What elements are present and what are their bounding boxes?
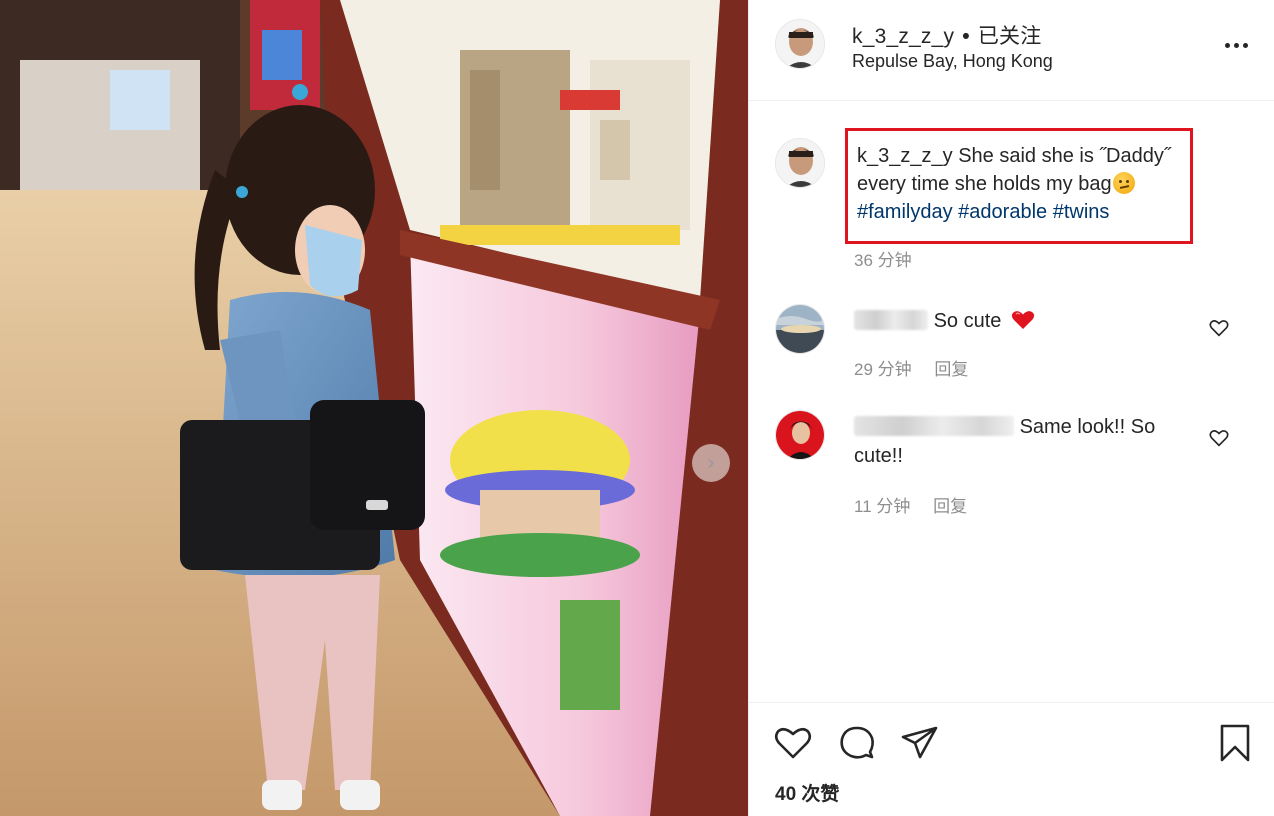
caption-highlight-box: k_3_z_z_y She said she is ˝Daddy˝ every … bbox=[845, 128, 1193, 244]
more-dot bbox=[1234, 42, 1239, 48]
separator-dot: • bbox=[962, 25, 970, 48]
reply-button[interactable]: 回复 bbox=[933, 497, 967, 516]
comment-like-heart-icon[interactable] bbox=[1209, 429, 1229, 447]
caption-hashtags: #familyday #adorable #twins bbox=[857, 201, 1109, 223]
hashtag-link[interactable]: #twins bbox=[1053, 201, 1110, 223]
chevron-right-icon: › bbox=[706, 450, 716, 476]
blurred-username[interactable] bbox=[854, 416, 1014, 436]
photo-scene bbox=[0, 0, 748, 816]
post-actions: 40 次赞 bbox=[749, 702, 1274, 816]
caption-timestamp: 36 分钟 bbox=[854, 251, 912, 270]
author-line: k_3_z_z_y • 已关注 bbox=[852, 20, 1041, 50]
more-dot bbox=[1243, 42, 1248, 48]
more-options-button[interactable] bbox=[1225, 38, 1253, 52]
comment-timestamp: 11 分钟 bbox=[854, 497, 911, 516]
comment-meta: 11 分钟 回复 bbox=[854, 492, 967, 517]
comment-icon[interactable] bbox=[837, 723, 877, 763]
post-side-panel: k_3_z_z_y • 已关注 Repulse Bay, Hong Kong k… bbox=[748, 0, 1274, 816]
commenter-avatar[interactable] bbox=[775, 410, 825, 460]
comment-timestamp: 29 分钟 bbox=[854, 360, 912, 379]
heart-icon[interactable] bbox=[773, 723, 813, 763]
sea-sunset-avatar-icon bbox=[776, 305, 824, 353]
reply-button[interactable]: 回复 bbox=[934, 360, 968, 379]
follow-status-button[interactable]: 已关注 bbox=[978, 25, 1042, 48]
caption-username[interactable]: k_3_z_z_y bbox=[857, 145, 953, 167]
next-photo-button[interactable]: › bbox=[692, 444, 730, 482]
blurred-username[interactable] bbox=[854, 310, 928, 330]
user-avatar-icon bbox=[776, 20, 824, 68]
hashtag-link[interactable]: #familyday bbox=[857, 201, 953, 223]
comment-body: So cute bbox=[854, 307, 1174, 336]
post-caption: k_3_z_z_y She said she is ˝Daddy˝ every … bbox=[857, 142, 1187, 226]
comment-text: So cute bbox=[933, 310, 1002, 332]
author-avatar[interactable] bbox=[775, 19, 825, 69]
comment-meta: 29 分钟 回复 bbox=[854, 355, 968, 380]
post-photo[interactable]: › bbox=[0, 0, 748, 816]
commenter-avatar[interactable] bbox=[775, 304, 825, 354]
share-icon[interactable] bbox=[900, 723, 940, 763]
post-location[interactable]: Repulse Bay, Hong Kong bbox=[852, 51, 1053, 72]
user-avatar-icon bbox=[776, 139, 824, 187]
post-header: k_3_z_z_y • 已关注 Repulse Bay, Hong Kong bbox=[749, 0, 1274, 101]
author-username[interactable]: k_3_z_z_y bbox=[852, 25, 954, 48]
thinking-face-emoji-icon bbox=[1112, 172, 1135, 194]
bookmark-icon[interactable] bbox=[1215, 723, 1255, 763]
red-portrait-avatar-icon bbox=[776, 411, 824, 459]
comment-body: Same look!! So cute!! bbox=[854, 413, 1174, 471]
comment-like-heart-icon[interactable] bbox=[1209, 319, 1229, 337]
caption-author-avatar[interactable] bbox=[775, 138, 825, 188]
more-options-icon bbox=[1225, 42, 1230, 48]
likes-count[interactable]: 40 次赞 bbox=[775, 779, 839, 806]
hashtag-link[interactable]: #adorable bbox=[958, 201, 1047, 223]
red-heart-emoji-icon bbox=[1011, 311, 1035, 329]
